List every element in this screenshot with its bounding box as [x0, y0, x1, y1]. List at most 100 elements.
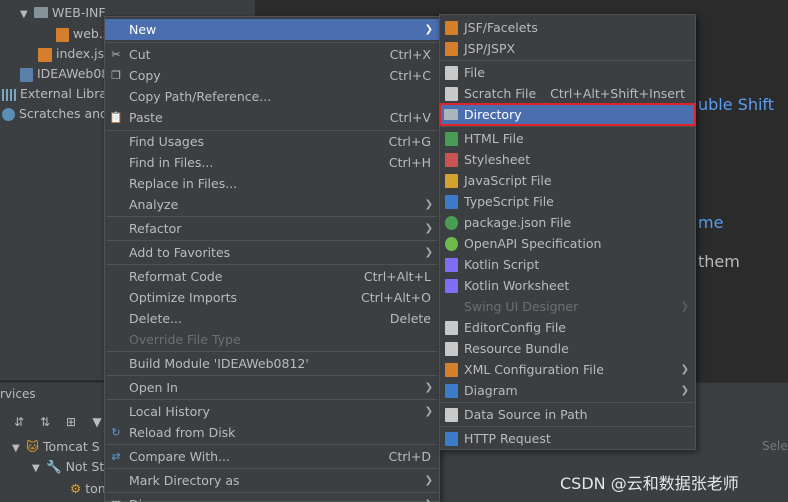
menu-item-delete[interactable]: Delete... Delete	[105, 308, 439, 329]
submenu-item-file[interactable]: File	[440, 62, 695, 83]
services-select-hint: Sele	[762, 439, 788, 453]
menu-item-reformat-code[interactable]: Reformat Code Ctrl+Alt+L	[105, 266, 439, 287]
jsp-file-icon	[38, 47, 52, 62]
tree-item-scratches[interactable]: Scratches and	[2, 104, 108, 124]
submenu-item-http-request[interactable]: HTTP Request	[440, 428, 695, 449]
chevron-down-icon[interactable]: ▼	[32, 459, 42, 479]
database-icon	[444, 408, 458, 422]
submenu-item-data-source[interactable]: Data Source in Path	[440, 404, 695, 425]
chevron-right-icon: ❯	[425, 494, 433, 502]
tree-item-index-jsp[interactable]: index.jsp	[38, 44, 112, 64]
tree-item-web-xml[interactable]: web.x	[56, 24, 110, 44]
expand-all-icon[interactable]: ⇵	[12, 415, 26, 429]
menu-item-local-history[interactable]: Local History ❯	[105, 401, 439, 422]
submenu-item-openapi[interactable]: OpenAPI Specification	[440, 233, 695, 254]
chevron-right-icon: ❯	[424, 199, 433, 210]
watermark: CSDN @云和数据张老师	[560, 474, 739, 493]
submenu-item-scratch-file[interactable]: Scratch File Ctrl+Alt+Shift+Insert	[440, 83, 695, 104]
submenu-item-editorconfig[interactable]: EditorConfig File	[440, 317, 695, 338]
submenu-item-package-json[interactable]: package.json File	[440, 212, 695, 233]
menu-separator	[106, 216, 438, 217]
menu-separator	[106, 375, 438, 376]
services-title: rvices	[0, 387, 36, 401]
services-row-tomcat[interactable]: ▼ 🐱 Tomcat S	[12, 437, 100, 457]
scratch-file-icon	[444, 87, 458, 101]
menu-separator	[106, 264, 438, 265]
submenu-item-stylesheet[interactable]: Stylesheet	[440, 149, 695, 170]
menu-item-mark-directory-as[interactable]: Mark Directory as ❯	[105, 470, 439, 491]
editor-hint-double-shift: uble Shift	[698, 95, 775, 114]
services-row-tomcat-artifact[interactable]: ⚙ ton	[70, 479, 106, 499]
chevron-right-icon: ❯	[680, 385, 689, 396]
chevron-down-icon[interactable]: ▼	[12, 439, 22, 459]
menu-item-optimize-imports[interactable]: Optimize Imports Ctrl+Alt+O	[105, 287, 439, 308]
menu-item-open-in[interactable]: Open In ❯	[105, 377, 439, 398]
diagram-icon: ▦	[109, 498, 123, 502]
menu-item-copy-path[interactable]: Copy Path/Reference...	[105, 86, 439, 107]
submenu-item-html-file[interactable]: HTML File	[440, 128, 695, 149]
submenu-item-swing-ui-designer: Swing UI Designer ❯	[440, 296, 695, 317]
submenu-item-typescript-file[interactable]: TypeScript File	[440, 191, 695, 212]
menu-item-cut[interactable]: ✂ Cut Ctrl+X	[105, 44, 439, 65]
new-submenu: JSF/Facelets JSP/JSPX File Scratch File …	[439, 14, 696, 450]
menu-item-add-to-favorites[interactable]: Add to Favorites ❯	[105, 242, 439, 263]
folder-icon	[34, 7, 48, 18]
submenu-item-directory[interactable]: Directory	[439, 103, 696, 126]
library-icon	[2, 88, 16, 101]
menu-separator	[106, 240, 438, 241]
menu-item-analyze[interactable]: Analyze ❯	[105, 194, 439, 215]
menu-item-copy[interactable]: ❐ Copy Ctrl+C	[105, 65, 439, 86]
scratches-icon	[2, 108, 15, 121]
menu-item-paste[interactable]: 📋 Paste Ctrl+V	[105, 107, 439, 128]
menu-item-compare-with[interactable]: ⇄ Compare With... Ctrl+D	[105, 446, 439, 467]
chevron-right-icon: ❯	[424, 223, 433, 234]
chevron-right-icon: ❯	[680, 301, 689, 312]
services-row-not-started[interactable]: ▼ 🔧 Not St	[32, 457, 104, 477]
menu-item-refactor[interactable]: Refactor ❯	[105, 218, 439, 239]
collapse-all-icon[interactable]: ⇅	[38, 415, 52, 429]
chevron-right-icon: ❯	[424, 24, 433, 35]
submenu-item-jsf-facelets[interactable]: JSF/Facelets	[440, 17, 695, 38]
submenu-item-javascript-file[interactable]: JavaScript File	[440, 170, 695, 191]
submenu-item-kotlin-worksheet[interactable]: Kotlin Worksheet	[440, 275, 695, 296]
menu-separator	[106, 351, 438, 352]
filter-icon[interactable]: ▼	[90, 415, 104, 429]
api-icon	[444, 432, 458, 446]
menu-item-reload-from-disk[interactable]: ↻ Reload from Disk	[105, 422, 439, 443]
html-icon	[444, 132, 458, 146]
menu-separator	[441, 426, 694, 427]
openapi-icon	[444, 237, 458, 251]
menu-item-replace-in-files[interactable]: Replace in Files...	[105, 173, 439, 194]
chevron-down-icon[interactable]: ▼	[20, 5, 30, 25]
folder-icon	[444, 109, 458, 120]
chevron-right-icon: ❯	[424, 475, 433, 486]
menu-separator	[106, 468, 438, 469]
submenu-item-jsp-jspx[interactable]: JSP/JSPX	[440, 38, 695, 59]
menu-separator	[441, 126, 694, 127]
submenu-item-kotlin-script[interactable]: Kotlin Script	[440, 254, 695, 275]
tree-item-external-libraries[interactable]: External Librar	[2, 84, 112, 104]
copy-icon: ❐	[111, 69, 121, 82]
xml-icon	[444, 363, 458, 377]
submenu-item-resource-bundle[interactable]: Resource Bundle	[440, 338, 695, 359]
group-icon[interactable]: ⊞	[64, 415, 78, 429]
paste-icon: 📋	[109, 111, 123, 124]
chevron-right-icon: ❯	[424, 382, 433, 393]
editor-hint-name: me	[698, 213, 724, 232]
tree-item-web-inf[interactable]: ▼ WEB-INF	[20, 3, 106, 23]
scissors-icon: ✂	[111, 48, 121, 61]
tree-item-iml[interactable]: IDEAWeb08	[20, 64, 109, 84]
menu-separator	[441, 60, 694, 61]
menu-item-find-in-files[interactable]: Find in Files... Ctrl+H	[105, 152, 439, 173]
submenu-item-diagram[interactable]: Diagram ❯	[440, 380, 695, 401]
menu-separator	[441, 402, 694, 403]
menu-item-new[interactable]: New ❯	[105, 19, 439, 40]
chevron-right-icon: ❯	[680, 364, 689, 375]
services-toolbar: ⇵ ⇅ ⊞ ▼	[0, 411, 110, 435]
menu-item-diagrams[interactable]: ▦ Di ❯	[105, 494, 439, 502]
submenu-item-xml-configuration[interactable]: XML Configuration File ❯	[440, 359, 695, 380]
compare-icon: ⇄	[111, 450, 121, 463]
menu-item-find-usages[interactable]: Find Usages Ctrl+G	[105, 131, 439, 152]
npm-icon	[444, 216, 458, 230]
menu-item-build-module[interactable]: Build Module 'IDEAWeb0812'	[105, 353, 439, 374]
